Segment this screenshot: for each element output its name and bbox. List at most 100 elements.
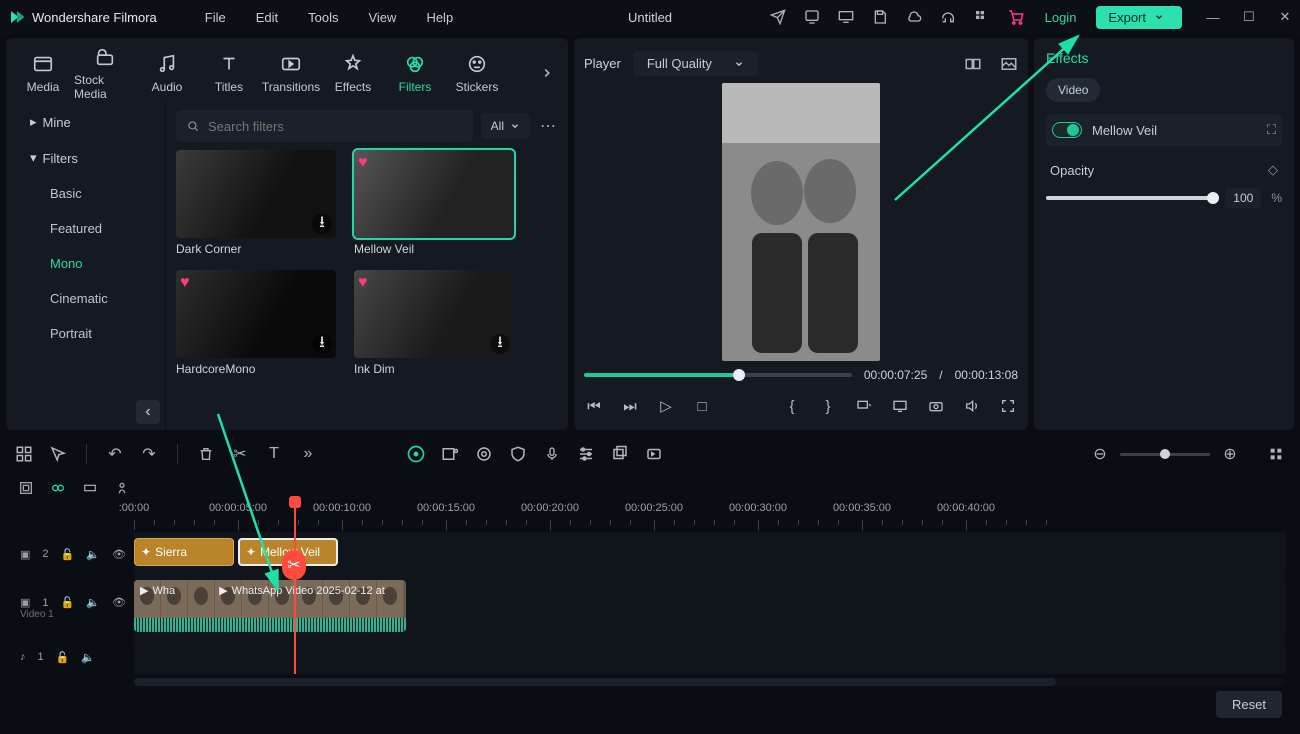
tab-stickers[interactable]: Stickers: [446, 52, 508, 94]
ai-circle-icon[interactable]: [406, 444, 426, 464]
menu-file[interactable]: File: [205, 10, 226, 25]
stop-button[interactable]: □: [692, 396, 712, 416]
sidebar-portrait[interactable]: Portrait: [6, 316, 165, 351]
pointer-icon[interactable]: [48, 444, 68, 464]
send-icon[interactable]: [769, 8, 787, 26]
shield-icon[interactable]: [508, 444, 528, 464]
browser-more-icon[interactable]: ⋯: [538, 116, 558, 136]
favorite-icon[interactable]: ♥: [358, 274, 368, 292]
video-track[interactable]: ▶Wha▶WhatsApp Video 2025-02-12 at: [134, 576, 1286, 640]
next-frame-button[interactable]: ⏭: [620, 396, 640, 416]
mark-in-button[interactable]: {: [782, 396, 802, 416]
inspector-video-pill[interactable]: Video: [1046, 78, 1100, 102]
sidebar-featured[interactable]: Featured: [6, 211, 165, 246]
snapshot-button[interactable]: [926, 396, 946, 416]
sidebar-basic[interactable]: Basic: [6, 176, 165, 211]
favorite-icon[interactable]: ♥: [180, 274, 190, 292]
maximize-button[interactable]: ☐: [1242, 10, 1256, 24]
device-icon[interactable]: [803, 8, 821, 26]
track-lock-icon[interactable]: 🔓: [61, 596, 75, 609]
menu-help[interactable]: Help: [426, 10, 453, 25]
tl-tool-4[interactable]: [114, 480, 130, 496]
target-icon[interactable]: [474, 444, 494, 464]
menu-view[interactable]: View: [368, 10, 396, 25]
track-mute-icon[interactable]: 🔈: [81, 651, 95, 664]
close-button[interactable]: ✕: [1278, 10, 1292, 24]
redo-button[interactable]: ↷: [139, 444, 159, 464]
track-lock-icon[interactable]: 🔓: [61, 548, 75, 561]
filter-card-ink-dim[interactable]: ♥⭳ Ink Dim: [354, 270, 514, 376]
effect-settings-icon[interactable]: ⛶: [1267, 122, 1276, 138]
search-filters-input[interactable]: [176, 110, 473, 142]
zoom-in-button[interactable]: ⊕: [1220, 444, 1240, 464]
favorite-icon[interactable]: ♥: [358, 154, 368, 172]
adjust-icon[interactable]: [576, 444, 596, 464]
play-button[interactable]: ▷: [656, 396, 676, 416]
tab-stock[interactable]: Stock Media: [74, 45, 136, 101]
filter-card-hardcoremono[interactable]: ♥⭳ HardcoreMono: [176, 270, 336, 376]
track-visible-icon[interactable]: 👁: [112, 548, 126, 561]
mic-icon[interactable]: [542, 444, 562, 464]
layout-icon[interactable]: [14, 444, 34, 464]
menu-edit[interactable]: Edit: [256, 10, 278, 25]
display-icon[interactable]: [890, 396, 910, 416]
audio-track[interactable]: [134, 640, 1286, 674]
login-button[interactable]: Login: [1041, 10, 1081, 25]
prev-frame-button[interactable]: ⏮: [584, 396, 604, 416]
player-seek-slider[interactable]: [584, 373, 852, 377]
save-icon[interactable]: [871, 8, 889, 26]
tabs-more-icon[interactable]: [532, 66, 562, 80]
filter-card-dark-corner[interactable]: ⭳ Dark Corner: [176, 150, 336, 256]
sidebar-mine[interactable]: ▸ Mine: [6, 104, 165, 140]
sidebar-cinematic[interactable]: Cinematic: [6, 281, 165, 316]
desktop-icon[interactable]: [837, 8, 855, 26]
zoom-slider[interactable]: [1120, 453, 1210, 456]
menu-tools[interactable]: Tools: [308, 10, 338, 25]
delete-button[interactable]: [196, 444, 216, 464]
track-mute-icon[interactable]: 🔈: [86, 548, 100, 561]
tl-tool-2[interactable]: [50, 480, 66, 496]
mark-out-button[interactable]: }: [818, 396, 838, 416]
track-mute-icon[interactable]: 🔈: [86, 596, 100, 609]
apps-icon[interactable]: [973, 8, 991, 26]
picture-icon[interactable]: [1000, 55, 1018, 73]
effect-clip[interactable]: ✦Sierra: [134, 538, 234, 566]
tab-filters[interactable]: Filters: [384, 52, 446, 94]
cart-icon[interactable]: [1007, 8, 1025, 26]
more-tools-icon[interactable]: »: [298, 444, 318, 464]
split-handle[interactable]: ✂: [282, 550, 306, 580]
tab-audio[interactable]: Audio: [136, 52, 198, 94]
tl-tool-1[interactable]: [18, 480, 34, 496]
reset-button[interactable]: Reset: [1216, 691, 1282, 718]
video-clip[interactable]: ▶Wha▶WhatsApp Video 2025-02-12 at: [134, 580, 406, 632]
compare-icon[interactable]: [964, 55, 982, 73]
filter-card-mellow-veil[interactable]: ♥ Mellow Veil: [354, 150, 514, 256]
effect-toggle[interactable]: [1052, 122, 1082, 138]
sidebar-filters[interactable]: ▾ Filters: [6, 140, 165, 176]
quality-dropdown[interactable]: Full Quality: [633, 51, 758, 76]
tab-transitions[interactable]: Transitions: [260, 52, 322, 94]
undo-button[interactable]: ↶: [105, 444, 125, 464]
download-icon[interactable]: ⭳: [490, 334, 510, 354]
download-icon[interactable]: ⭳: [312, 334, 332, 354]
opacity-reset-icon[interactable]: ◇: [1268, 162, 1278, 178]
record-screen-icon[interactable]: [440, 444, 460, 464]
track-lock-icon[interactable]: 🔓: [56, 651, 70, 664]
playhead[interactable]: [294, 502, 296, 674]
view-options-icon[interactable]: [1266, 444, 1286, 464]
timeline-ruler[interactable]: :00:0000:00:05:0000:00:10:0000:00:15:000…: [134, 502, 1286, 532]
split-button[interactable]: ✂: [230, 444, 250, 464]
timeline-scrollbar[interactable]: [134, 678, 1286, 686]
text-tool-button[interactable]: T: [264, 444, 284, 464]
tab-titles[interactable]: Titles: [198, 52, 260, 94]
inspector-tab-effects[interactable]: Effects: [1046, 46, 1282, 78]
fullscreen-button[interactable]: [998, 396, 1018, 416]
speed-icon[interactable]: [644, 444, 664, 464]
sidebar-collapse-button[interactable]: [136, 400, 160, 424]
opacity-value[interactable]: 100: [1225, 188, 1261, 208]
track-visible-icon[interactable]: 👁: [112, 596, 126, 609]
zoom-out-button[interactable]: ⊖: [1090, 444, 1110, 464]
tab-effects[interactable]: Effects: [322, 52, 384, 94]
minimize-button[interactable]: ―: [1206, 10, 1220, 24]
tab-media[interactable]: Media: [12, 52, 74, 94]
